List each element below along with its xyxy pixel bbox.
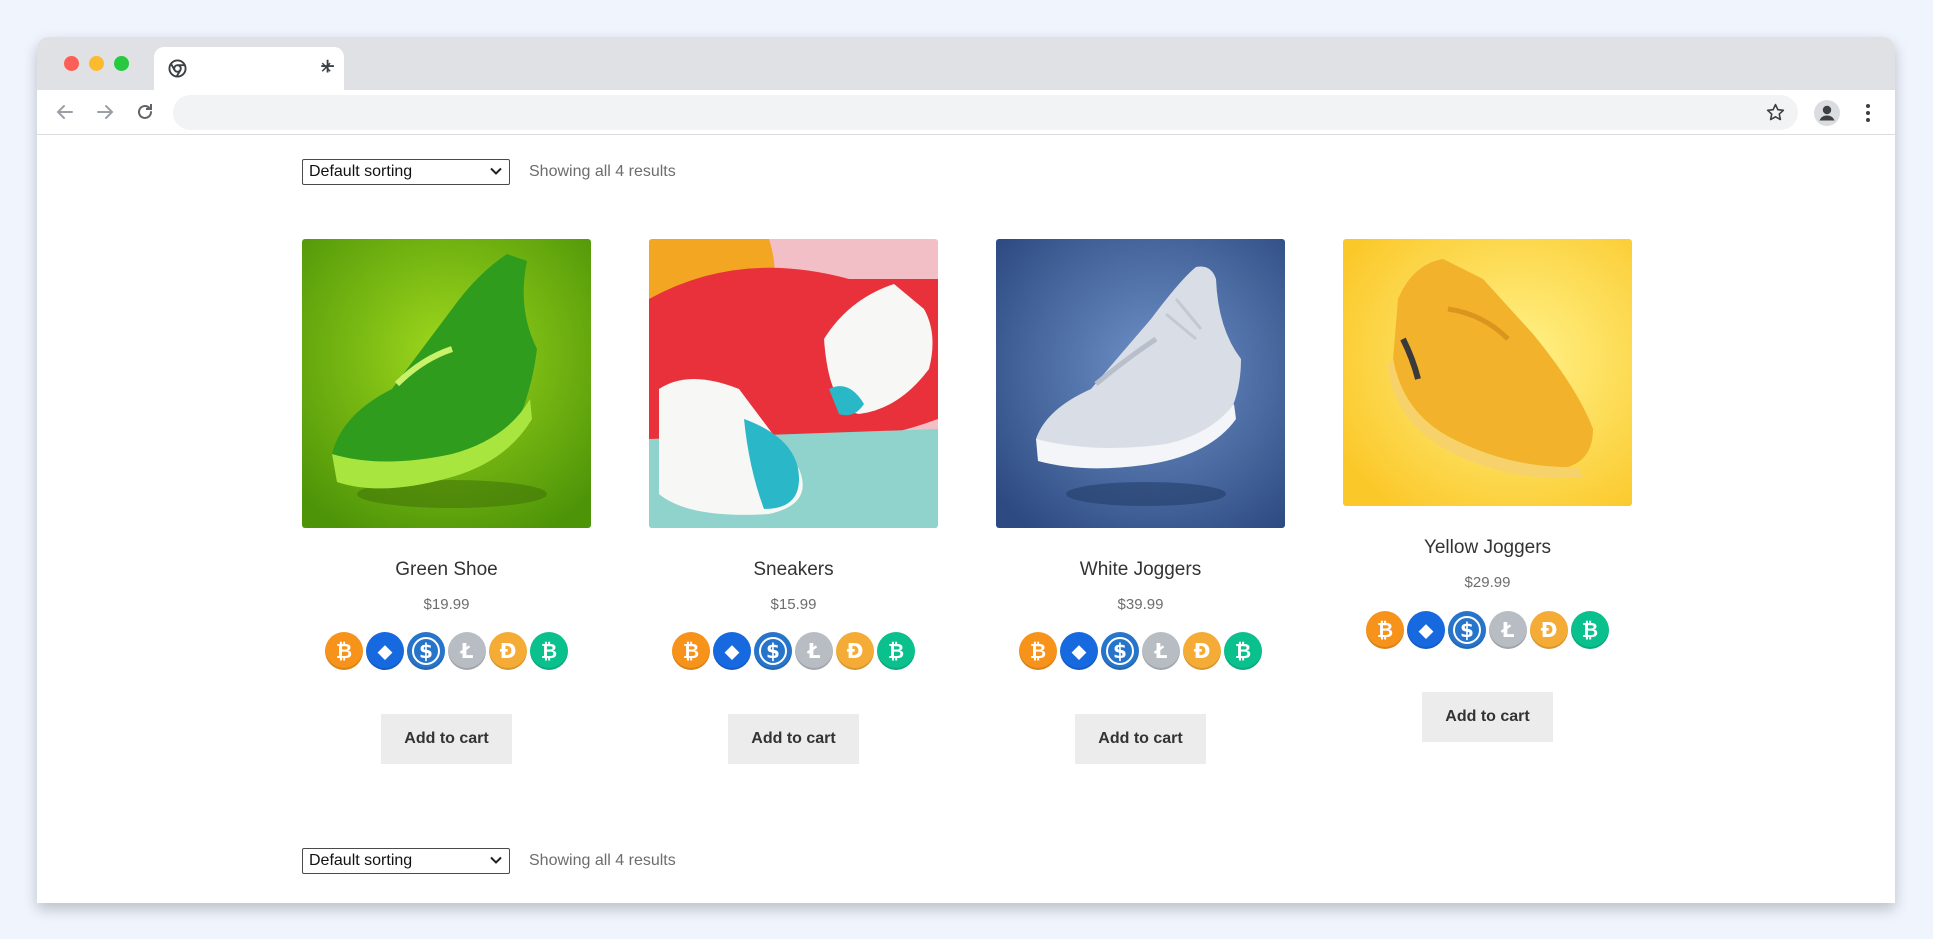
maximize-window-button[interactable]	[114, 56, 129, 71]
ethereum-icon: ⬥	[1060, 632, 1098, 670]
sort-bar-top: Default sorting Showing all 4 results	[302, 159, 676, 185]
ethereum-icon: ⬥	[1407, 611, 1445, 649]
product-price: $39.99	[1117, 596, 1164, 613]
dai-icon: Đ	[836, 632, 874, 670]
bitcoin-cash-icon: ₿	[1224, 632, 1262, 670]
usdc-icon: $	[1448, 611, 1486, 649]
close-window-button[interactable]	[64, 56, 79, 71]
result-count: Showing all 4 results	[529, 163, 676, 180]
currency-icons: ₿ ⬥ $ Ł Đ ₿	[1019, 632, 1262, 670]
dai-icon: Đ	[1183, 632, 1221, 670]
new-tab-button[interactable]: +	[320, 53, 335, 79]
add-to-cart-button[interactable]: Add to cart	[1075, 714, 1206, 764]
bitcoin-cash-icon: ₿	[1571, 611, 1609, 649]
product-price: $19.99	[423, 596, 470, 613]
bitcoin-icon: ₿	[1366, 611, 1404, 649]
chrome-icon	[168, 59, 187, 78]
litecoin-icon: Ł	[1142, 632, 1180, 670]
bookmark-star-icon[interactable]	[1765, 102, 1786, 123]
add-to-cart-button[interactable]: Add to cart	[1422, 692, 1553, 742]
usdc-icon: $	[754, 632, 792, 670]
result-count: Showing all 4 results	[529, 852, 676, 869]
add-to-cart-button[interactable]: Add to cart	[381, 714, 512, 764]
ethereum-icon: ⬥	[366, 632, 404, 670]
add-to-cart-button[interactable]: Add to cart	[728, 714, 859, 764]
browser-toolbar	[37, 90, 1895, 135]
browser-window: × + Default sorting Showing all 4 result…	[37, 37, 1895, 903]
product-price: $29.99	[1464, 574, 1511, 591]
product-price: $15.99	[770, 596, 817, 613]
product-image[interactable]	[649, 239, 938, 528]
product-image[interactable]	[996, 239, 1285, 528]
address-bar[interactable]	[173, 95, 1798, 130]
tab-bar: × +	[37, 37, 1895, 90]
sort-select[interactable]: Default sorting	[302, 159, 510, 185]
minimize-window-button[interactable]	[89, 56, 104, 71]
product-title[interactable]: Green Shoe	[302, 559, 591, 581]
product-title[interactable]: Yellow Joggers	[1343, 537, 1632, 559]
bitcoin-icon: ₿	[1019, 632, 1057, 670]
forward-arrow-icon[interactable]	[93, 100, 117, 124]
chevron-down-icon	[490, 856, 502, 864]
usdc-icon: $	[1101, 632, 1139, 670]
back-arrow-icon[interactable]	[53, 100, 77, 124]
sort-select[interactable]: Default sorting	[302, 848, 510, 874]
dai-icon: Đ	[489, 632, 527, 670]
sort-select-value: Default sorting	[309, 163, 413, 180]
litecoin-icon: Ł	[795, 632, 833, 670]
currency-icons: ₿ ⬥ $ Ł Đ ₿	[325, 632, 568, 670]
browser-tab[interactable]: ×	[154, 47, 344, 90]
bitcoin-cash-icon: ₿	[877, 632, 915, 670]
profile-avatar-icon[interactable]	[1814, 100, 1840, 126]
product-image[interactable]	[302, 239, 591, 528]
sort-select-value: Default sorting	[309, 852, 413, 869]
reload-icon[interactable]	[133, 100, 157, 124]
shop-page: Default sorting Showing all 4 results Gr…	[37, 136, 1895, 903]
sort-bar-bottom: Default sorting Showing all 4 results	[302, 848, 676, 874]
dai-icon: Đ	[1530, 611, 1568, 649]
ethereum-icon: ⬥	[713, 632, 751, 670]
product-image[interactable]	[1343, 239, 1632, 506]
chevron-down-icon	[490, 167, 502, 175]
bitcoin-cash-icon: ₿	[530, 632, 568, 670]
bitcoin-icon: ₿	[325, 632, 363, 670]
product-title[interactable]: Sneakers	[649, 559, 938, 581]
litecoin-icon: Ł	[448, 632, 486, 670]
product-title[interactable]: White Joggers	[996, 559, 1285, 581]
usdc-icon: $	[407, 632, 445, 670]
currency-icons: ₿ ⬥ $ Ł Đ ₿	[672, 632, 915, 670]
currency-icons: ₿ ⬥ $ Ł Đ ₿	[1366, 611, 1609, 649]
bitcoin-icon: ₿	[672, 632, 710, 670]
more-menu-icon[interactable]	[1856, 101, 1880, 125]
litecoin-icon: Ł	[1489, 611, 1527, 649]
